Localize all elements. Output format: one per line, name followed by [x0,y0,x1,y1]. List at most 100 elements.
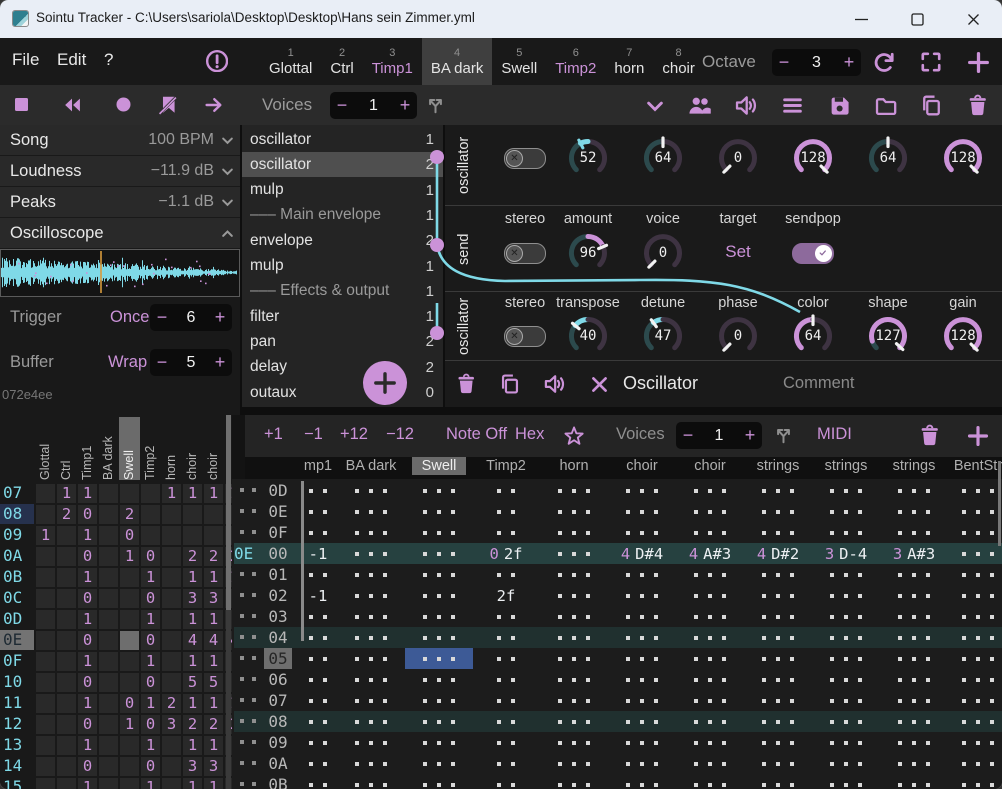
pattern-cell[interactable] [36,736,55,755]
note-cell[interactable] [337,501,405,522]
pattern-cell[interactable] [162,778,181,789]
pattern-cell[interactable] [141,526,160,545]
pattern-cell[interactable]: 3 [162,715,181,734]
note-cell[interactable] [812,627,880,648]
pattern-cell[interactable] [120,736,139,755]
pattern-cell[interactable]: 0 [120,694,139,713]
pattern-cell[interactable] [120,610,139,629]
note-cell[interactable] [744,480,812,501]
track-header-strings[interactable]: strings [808,458,884,474]
record-icon[interactable] [114,95,133,114]
pattern-cell[interactable]: 4 [183,631,202,650]
octave-minus-button[interactable]: − [772,52,796,73]
pattern-column-header-ba-dark[interactable]: BA dark [98,417,118,480]
pattern-cell[interactable]: 1 [183,484,202,503]
pattern-column-header-choir[interactable]: choir [182,417,202,480]
track-header-swell[interactable]: Swell [401,458,477,474]
pattern-cell[interactable]: 2 [162,694,181,713]
pattern-cell[interactable]: 0 [78,589,97,608]
chevron-down-icon[interactable] [214,195,240,210]
pattern-cell[interactable]: 1 [183,568,202,587]
close-button[interactable] [950,0,996,38]
disable-unit-icon[interactable] [589,374,610,395]
pattern-cell[interactable] [99,568,118,587]
note-cell[interactable] [608,522,676,543]
note-cell[interactable] [608,774,676,789]
transpose-minus1-button[interactable]: −1 [304,425,323,444]
pattern-cell[interactable] [57,694,76,713]
note-cell[interactable] [405,606,473,627]
toggle-stereo-off[interactable]: ✕ [504,243,546,264]
pattern-cell[interactable] [162,610,181,629]
note-cell[interactable] [744,585,812,606]
pattern-cell[interactable] [99,484,118,503]
note-cell[interactable] [337,648,405,669]
voices-minus-button[interactable]: − [330,95,354,116]
note-cell[interactable] [744,501,812,522]
menu-help[interactable]: ? [104,50,113,70]
tab-ba-dark[interactable]: 4BA dark [422,38,493,85]
note-cell[interactable] [608,648,676,669]
note-cell[interactable] [812,753,880,774]
note-cell[interactable] [540,501,608,522]
pattern-cell[interactable]: 1 [78,694,97,713]
note-cell[interactable] [472,711,540,732]
note-cell[interactable] [540,753,608,774]
pattern-cell[interactable]: 4 [204,631,223,650]
track-header-strings[interactable]: strings [740,458,816,474]
pattern-cell[interactable]: 1 [183,610,202,629]
delete-unit-icon[interactable] [455,373,477,395]
pattern-cell[interactable] [162,736,181,755]
pattern-cell[interactable] [99,631,118,650]
note-cell[interactable] [676,501,744,522]
pattern-cell[interactable] [141,484,160,503]
stop-icon[interactable] [12,95,31,114]
pattern-cell[interactable] [162,673,181,692]
note-cell[interactable] [744,732,812,753]
note-cell[interactable] [405,627,473,648]
pattern-cell[interactable] [36,547,55,566]
pattern-column-header-horn[interactable]: horn [161,417,181,480]
knob-gain[interactable]: 128 [938,312,988,360]
note-cell[interactable] [405,690,473,711]
pattern-cell[interactable] [120,568,139,587]
pattern-cell[interactable]: 2 [183,547,202,566]
pattern-cell[interactable]: 3 [183,757,202,776]
unit-list-item-8[interactable]: pan2 [242,329,443,354]
pattern-column-header-timp2[interactable]: Timp2 [140,417,160,480]
note-cell[interactable] [744,690,812,711]
note-cell[interactable] [540,732,608,753]
note-cell[interactable] [540,711,608,732]
note-cell[interactable] [608,669,676,690]
note-grid-scrollbar[interactable] [301,481,304,641]
tab-choir[interactable]: 8choir [653,38,704,85]
unit-list-item-6[interactable]: ––– Effects & output1 [242,279,443,304]
pattern-cell[interactable]: 1 [141,694,160,713]
pattern-cell[interactable] [120,484,139,503]
pattern-cell[interactable]: 2 [57,505,76,524]
save-instrument-icon[interactable] [828,94,851,117]
unit-list-item-3[interactable]: ––– Main envelope1 [242,203,443,228]
note-cell[interactable] [944,690,1002,711]
pattern-cell[interactable] [57,736,76,755]
pattern-cell[interactable]: 1 [162,484,181,503]
unit-speaker-icon[interactable] [543,373,565,395]
solo-speaker-icon[interactable] [734,94,757,117]
add-unit-button[interactable] [363,361,407,405]
pattern-cell[interactable]: 1 [78,610,97,629]
chevron-down-icon[interactable] [214,133,240,148]
note-cell[interactable] [880,522,948,543]
pattern-cell[interactable] [99,652,118,671]
pattern-column-header-glottal[interactable]: Glottal [35,417,55,480]
pattern-cell[interactable]: 0 [141,547,160,566]
note-cell[interactable] [880,585,948,606]
pattern-cell[interactable]: 1 [57,484,76,503]
copy-unit-icon[interactable] [499,373,521,395]
pattern-cell[interactable] [99,736,118,755]
pattern-cell[interactable]: 1 [204,484,223,503]
knob-detune[interactable]: 47 [638,312,688,360]
note-cell[interactable] [944,480,1002,501]
pattern-cell[interactable]: 0 [141,715,160,734]
unit-list-item-5[interactable]: mulp1 [242,254,443,279]
note-cell[interactable] [676,606,744,627]
